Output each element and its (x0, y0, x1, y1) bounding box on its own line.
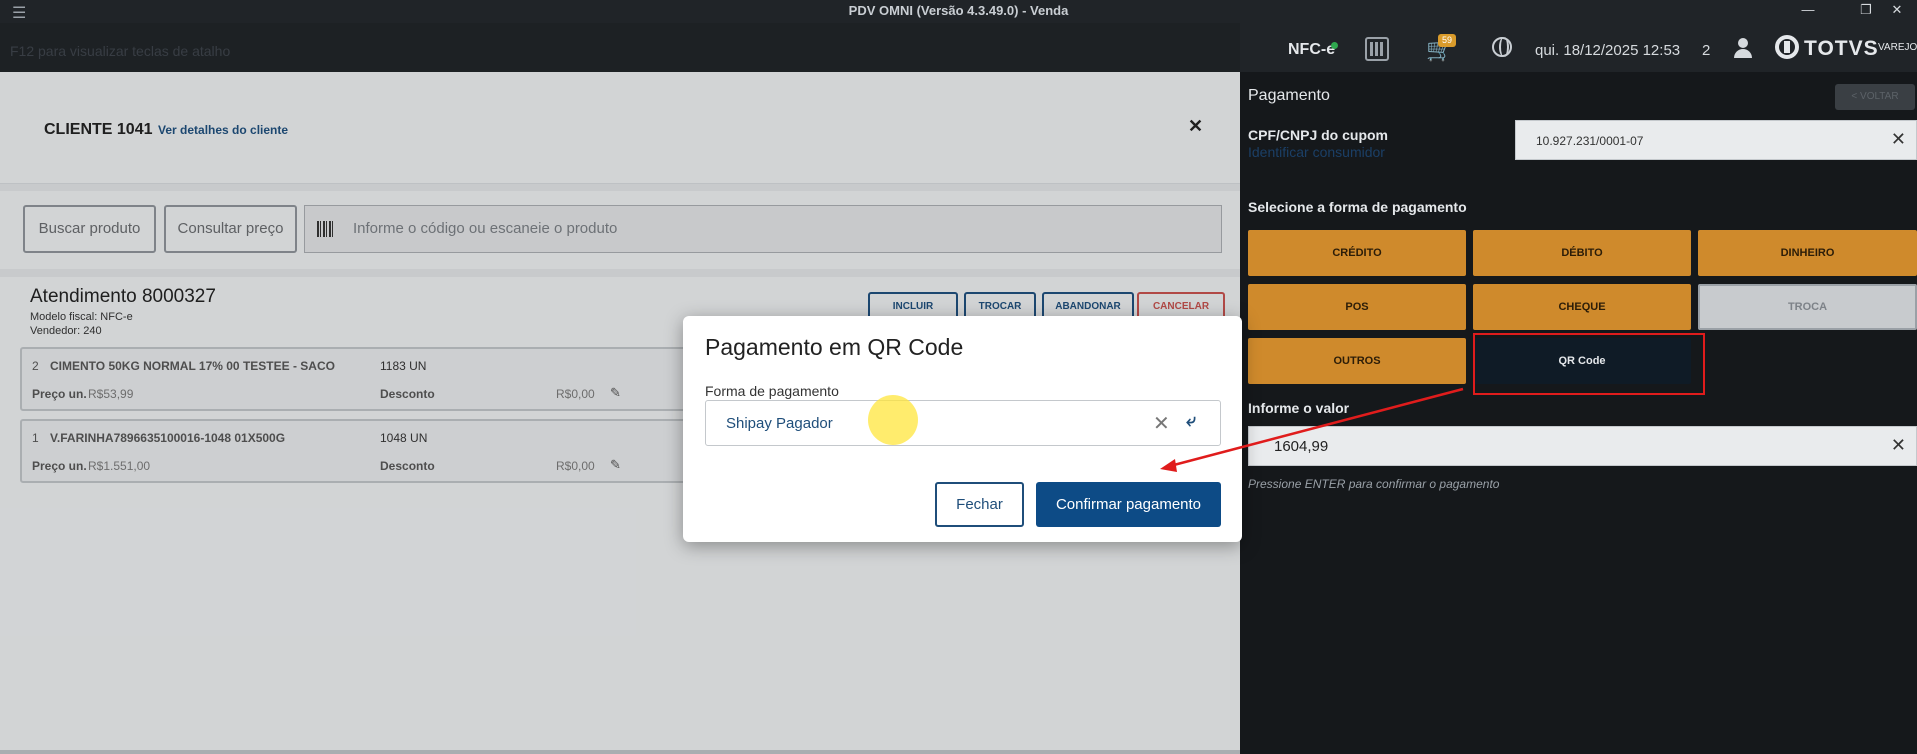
cpf-label: CPF/CNPJ do cupom (1248, 127, 1389, 143)
globe-icon[interactable] (1492, 37, 1512, 57)
pay-credit-button[interactable]: CRÉDITO (1248, 230, 1466, 276)
status-dot-icon (1331, 42, 1338, 49)
pdv-app: ☰ PDV OMNI (Versão 4.3.49.0) - Venda — ❐… (0, 0, 1917, 754)
modal-title: Pagamento em QR Code (705, 334, 964, 360)
totvs-logo-icon (1775, 35, 1799, 59)
user-count: 2 (1702, 42, 1711, 59)
payment-title: Pagamento (1248, 87, 1330, 104)
identify-consumer-link[interactable]: Identificar consumidor (1248, 144, 1385, 160)
payment-form-select[interactable]: Shipay Pagador ✕ ⤶ (705, 400, 1221, 446)
amount-label: Informe o valor (1248, 400, 1350, 416)
qr-code-highlight-box (1473, 333, 1705, 395)
window-title: PDV OMNI (Versão 4.3.49.0) - Venda (848, 3, 1069, 18)
pay-debit-button[interactable]: DÉBITO (1473, 230, 1691, 276)
clear-selection-icon[interactable]: ✕ (1153, 411, 1170, 436)
pay-cash-button[interactable]: DINHEIRO (1698, 230, 1917, 276)
payment-method-label: Selecione a forma de pagamento (1248, 199, 1467, 215)
enter-hint: Pressione ENTER para confirmar o pagamen… (1248, 477, 1500, 491)
clear-amount-icon[interactable]: ✕ (1891, 435, 1906, 456)
cart-count-badge: 59 (1438, 34, 1456, 47)
dropdown-arrow-icon[interactable]: ⤶ (1186, 410, 1196, 431)
close-modal-button[interactable]: Fechar (935, 482, 1024, 527)
nfce-indicator[interactable]: NFC-e (1288, 41, 1335, 59)
user-icon[interactable] (1732, 36, 1754, 60)
title-bar: ☰ PDV OMNI (Versão 4.3.49.0) - Venda — ❐… (0, 0, 1917, 23)
cpf-value: 10.927.231/0001-07 (1536, 134, 1644, 148)
minimize-button[interactable]: — (1779, 0, 1837, 23)
cpf-field[interactable]: 10.927.231/0001-07 ✕ (1515, 120, 1917, 160)
pay-other-button[interactable]: OUTROS (1248, 338, 1466, 384)
qr-payment-modal: Pagamento em QR Code Forma de pagamento … (683, 316, 1242, 542)
confirm-payment-button[interactable]: Confirmar pagamento (1036, 482, 1221, 527)
qr-code-icon[interactable] (1365, 37, 1389, 61)
datetime: qui. 18/12/2025 12:53 (1535, 42, 1681, 59)
brand-name: TOTVS (1804, 37, 1879, 60)
brand-sub: VAREJO (1878, 42, 1917, 53)
cursor-highlight (868, 395, 918, 445)
clear-cpf-icon[interactable]: ✕ (1891, 129, 1906, 150)
payment-panel: Pagamento < VOLTAR CPF/CNPJ do cupom Ide… (1240, 72, 1917, 754)
back-button[interactable]: < VOLTAR (1835, 84, 1915, 110)
pay-pos-button[interactable]: POS (1248, 284, 1466, 330)
close-window-button[interactable]: ✕ (1877, 0, 1917, 23)
pay-cheque-button[interactable]: CHEQUE (1473, 284, 1691, 330)
pay-exchange-button[interactable]: TROCA (1698, 284, 1917, 330)
payment-form-label: Forma de pagamento (705, 383, 839, 399)
amount-value: 1604,99 (1274, 438, 1329, 455)
amount-field[interactable]: 1604,99 ✕ (1248, 426, 1917, 466)
payment-form-value: Shipay Pagador (726, 415, 833, 432)
